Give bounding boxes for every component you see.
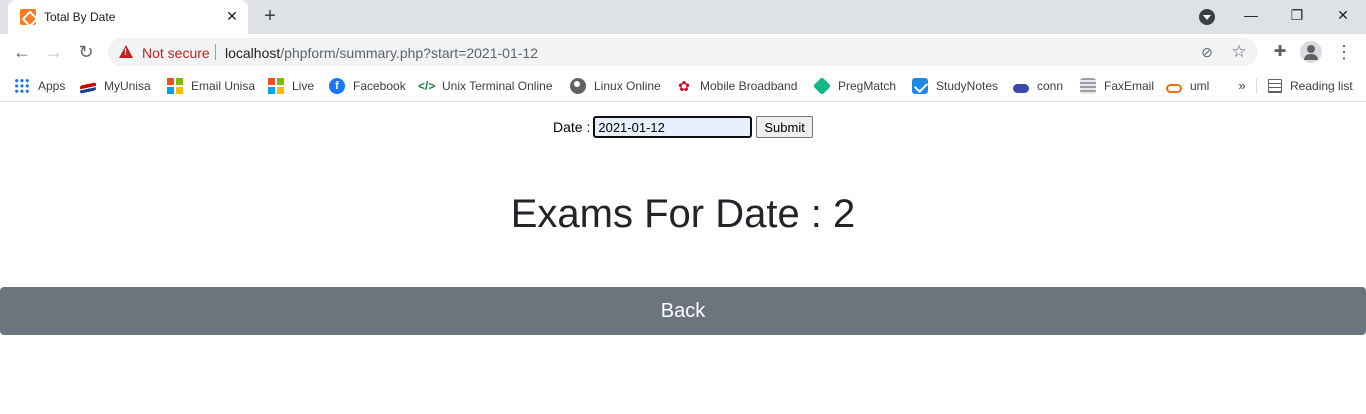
bookmark-label: StudyNotes (936, 79, 999, 93)
facebook-icon: f (329, 78, 345, 94)
bookmarks-overflow-icon[interactable]: » (1234, 76, 1250, 96)
new-tab-button[interactable]: + (258, 6, 282, 28)
address-bar[interactable]: Not secure localhost/phpform/summary.php… (108, 38, 1258, 66)
menu-kebab-icon[interactable]: ⋮ (1332, 40, 1356, 64)
profile-avatar-icon[interactable] (1300, 41, 1322, 63)
huawei-icon: ✿ (678, 78, 690, 94)
bookmark-linux-online[interactable]: Linux Online (570, 76, 661, 96)
date-input[interactable] (593, 116, 753, 138)
bookmark-label: Linux Online (594, 79, 661, 93)
reading-list-label: Reading list (1290, 79, 1353, 93)
browser-toolbar: ← → ↻ Not secure localhost/phpform/summa… (0, 34, 1366, 70)
bookmarks-bar: Apps MyUnisa Email Unisa Live f Facebook… (0, 70, 1366, 102)
url-host: localhost (225, 45, 281, 61)
bookmark-conn[interactable]: conn (1013, 76, 1063, 96)
bookmark-pregmatch[interactable]: PregMatch (812, 76, 897, 96)
bookmark-studynotes[interactable]: StudyNotes (912, 76, 998, 96)
tab-title: Total By Date (44, 10, 116, 24)
bookmark-live[interactable]: Live (268, 76, 314, 96)
tab-close-icon[interactable]: ✕ (224, 8, 240, 24)
fax-icon (1080, 78, 1096, 94)
bookmark-myunisa[interactable]: MyUnisa (80, 76, 151, 96)
bookmark-label: Mobile Broadband (700, 79, 798, 93)
bookmarks-divider (1256, 78, 1257, 94)
reload-icon[interactable]: ↻ (74, 40, 98, 64)
bookmark-star-icon[interactable]: ☆ (1230, 43, 1248, 61)
bookmark-label: Email Unisa (191, 79, 256, 93)
url-path: /phpform/summary.php?start=2021-01-12 (280, 45, 538, 61)
bookmark-label: Apps (38, 79, 66, 93)
back-button[interactable]: Back (0, 287, 1366, 335)
extensions-puzzle-icon[interactable]: ✚ (1268, 40, 1292, 64)
page-content: Date : Submit Exams For Date : 2 Back (0, 103, 1366, 414)
pregmatch-icon (812, 76, 832, 96)
bookmark-label: Facebook (353, 79, 406, 93)
studynotes-icon (912, 78, 928, 94)
bookmark-label: uml (1190, 79, 1210, 93)
bookmark-label: Live (292, 79, 315, 93)
warning-icon[interactable] (119, 45, 133, 58)
bookmark-label: FaxEmail (1104, 79, 1155, 93)
security-status[interactable]: Not secure (142, 45, 210, 61)
bookmark-uml[interactable]: uml (1166, 76, 1209, 96)
url-text[interactable]: localhost/phpform/summary.php?start=2021… (225, 45, 538, 61)
reading-list-button[interactable]: Reading list (1268, 76, 1353, 96)
submit-button[interactable]: Submit (756, 116, 813, 138)
code-icon: </> (418, 79, 436, 93)
bookmark-label: conn (1037, 79, 1064, 93)
bookmark-email-unisa[interactable]: Email Unisa (167, 76, 255, 96)
restore-button[interactable]: ❐ (1285, 5, 1309, 25)
forward-icon[interactable]: → (42, 40, 66, 64)
page-title: Exams For Date : 2 (510, 192, 856, 236)
microsoft-icon (167, 78, 183, 94)
date-label: Date : (553, 119, 591, 135)
unisa-icon (80, 82, 96, 94)
bookmark-apps[interactable]: Apps (14, 76, 65, 96)
date-form: Date : Submit (553, 116, 813, 138)
globe-icon (570, 78, 586, 94)
active-tab[interactable]: Total By Date ✕ (8, 0, 248, 34)
microsoft-icon (268, 78, 284, 94)
minimize-button[interactable]: — (1239, 5, 1263, 25)
tab-strip: Total By Date ✕ + — ❐ ✕ (0, 0, 1366, 34)
bookmark-unix-terminal[interactable]: </> Unix Terminal Online (418, 76, 553, 96)
bookmark-mobile-broadband[interactable]: ✿ Mobile Broadband (676, 76, 797, 96)
eye-slash-icon[interactable]: ⊘ (1198, 43, 1216, 61)
bookmark-label: Unix Terminal Online (442, 79, 553, 93)
apps-grid-icon (14, 78, 30, 94)
bookmark-facebook[interactable]: f Facebook (329, 76, 406, 96)
bookmark-label: PregMatch (838, 79, 897, 93)
bookmark-label: MyUnisa (104, 79, 151, 93)
back-icon[interactable]: ← (10, 40, 34, 64)
tab-search-icon[interactable] (1199, 9, 1215, 25)
close-window-button[interactable]: ✕ (1331, 5, 1355, 25)
xampp-icon (20, 9, 36, 25)
bookmark-faxemail[interactable]: FaxEmail (1080, 76, 1154, 96)
cloud-outline-icon (1166, 83, 1182, 93)
cloud-icon (1013, 83, 1029, 93)
reading-list-icon (1268, 79, 1282, 93)
address-divider (215, 44, 216, 60)
